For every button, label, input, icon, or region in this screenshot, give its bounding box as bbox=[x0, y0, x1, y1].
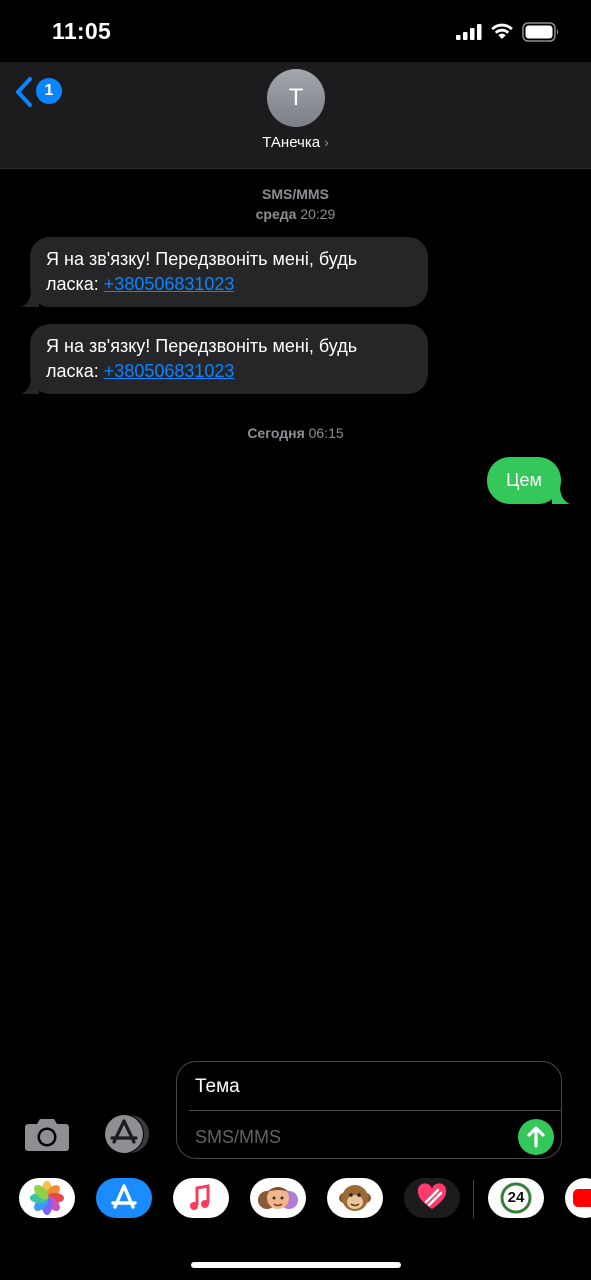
phone-link[interactable]: +380506831023 bbox=[104, 361, 235, 381]
conversation-header: 1 Т ТАнечка › bbox=[0, 62, 591, 169]
wifi-icon bbox=[491, 23, 513, 39]
service-label: SMS/MMS bbox=[262, 186, 329, 202]
battery-icon bbox=[522, 22, 559, 42]
photos-app-icon[interactable] bbox=[19, 1178, 75, 1218]
bubble-tail bbox=[21, 376, 39, 394]
digital-touch-app-icon[interactable] bbox=[404, 1178, 460, 1218]
incoming-message[interactable]: Я на зв'язку! Передзвоніть мені, будь ла… bbox=[21, 324, 428, 394]
send-button[interactable] bbox=[518, 1119, 554, 1155]
24-app-label: 24 bbox=[507, 1189, 525, 1206]
message-text: Цем bbox=[506, 470, 542, 490]
avatar[interactable]: Т bbox=[267, 69, 325, 127]
memoji-app-icon[interactable] bbox=[250, 1178, 306, 1218]
back-button[interactable]: 1 bbox=[14, 74, 70, 114]
bubble-tail bbox=[552, 486, 570, 504]
contact-name-button[interactable]: ТАнечка › bbox=[0, 134, 591, 151]
message-composer[interactable]: Тема SMS/MMS bbox=[176, 1061, 562, 1159]
bubble-tail bbox=[21, 289, 39, 307]
timestamp-1: среда 20:29 bbox=[255, 206, 336, 222]
app-store-app-icon[interactable] bbox=[96, 1178, 152, 1218]
arrow-up-icon bbox=[527, 1126, 545, 1148]
app-drawer-separator bbox=[473, 1180, 474, 1218]
app-store-button-icon[interactable] bbox=[99, 1113, 151, 1155]
outgoing-message[interactable]: Цем bbox=[487, 457, 570, 504]
phone-link[interactable]: +380506831023 bbox=[104, 274, 235, 294]
chevron-right-icon: › bbox=[324, 134, 329, 150]
unread-badge: 1 bbox=[36, 78, 62, 104]
message-input[interactable]: SMS/MMS bbox=[195, 1127, 281, 1148]
contact-name: ТАнечка bbox=[262, 134, 321, 151]
24-app-icon[interactable]: 24 bbox=[488, 1178, 544, 1218]
music-app-icon[interactable] bbox=[173, 1178, 229, 1218]
home-indicator[interactable] bbox=[191, 1262, 401, 1268]
timestamp-2: Сегодня 06:15 bbox=[247, 425, 344, 441]
signal-icon bbox=[456, 24, 482, 40]
subject-field[interactable]: Тема bbox=[195, 1076, 240, 1098]
animoji-app-icon[interactable] bbox=[327, 1178, 383, 1218]
status-bar: 11:05 bbox=[0, 0, 591, 62]
camera-icon[interactable] bbox=[24, 1116, 70, 1152]
composer-divider bbox=[189, 1110, 561, 1111]
incoming-message[interactable]: Я на зв'язку! Передзвоніть мені, будь ла… bbox=[21, 237, 428, 307]
status-time: 11:05 bbox=[52, 18, 112, 44]
app-drawer: 24 bbox=[0, 1166, 591, 1280]
chevron-left-icon bbox=[16, 77, 32, 107]
youtube-app-icon[interactable] bbox=[565, 1178, 591, 1218]
